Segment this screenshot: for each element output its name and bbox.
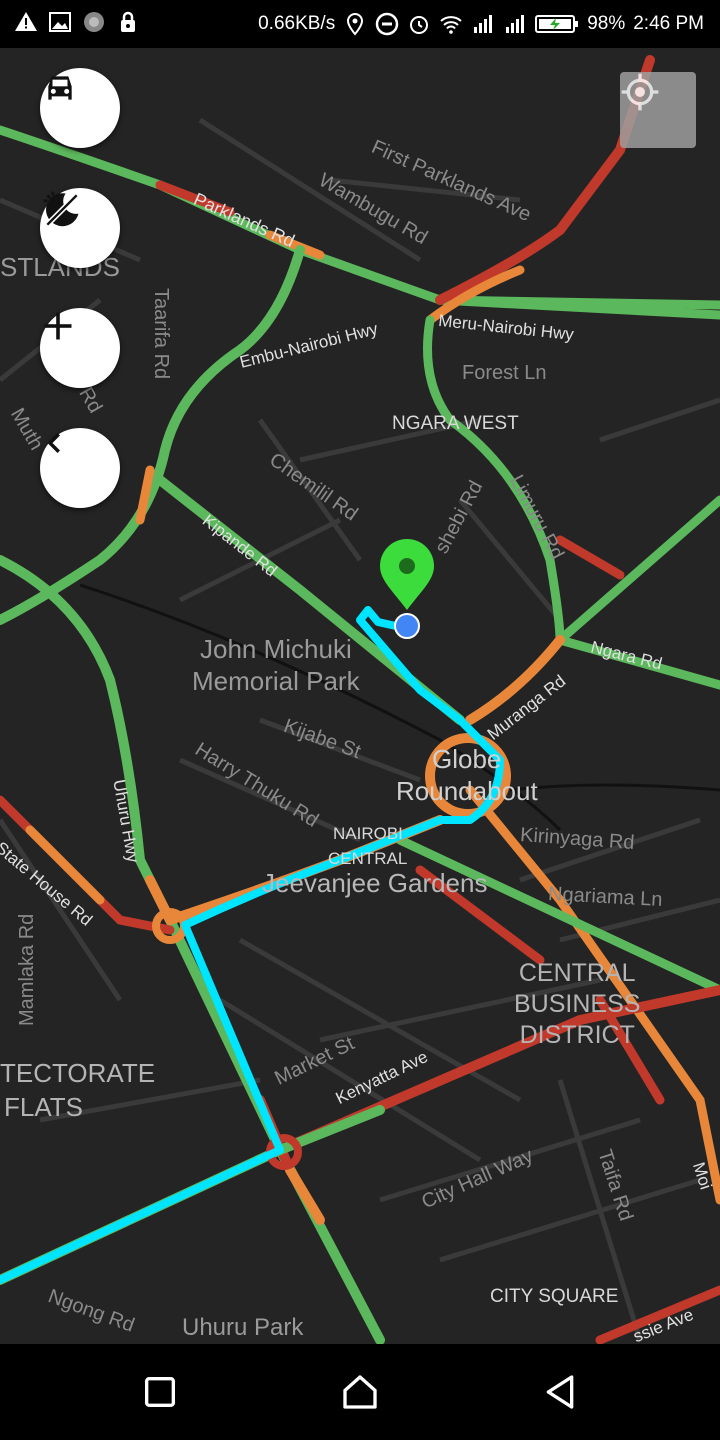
label-ngara-west: NGARA WEST <box>392 413 519 434</box>
recents-button[interactable] <box>140 1372 180 1412</box>
label-city-square: CITY SQUARE <box>490 1286 619 1307</box>
net-speed: 0.66KB/s <box>258 13 336 34</box>
label-nairobi: NAIROBI <box>333 824 403 843</box>
status-bar: 0.66KB/s 98% 2:46 PM <box>0 0 720 48</box>
clock: 2:46 PM <box>633 13 704 34</box>
car-icon <box>48 76 72 100</box>
alarm-icon <box>410 16 429 34</box>
label-roundabout: Roundabout <box>396 776 538 806</box>
image-icon <box>49 12 71 32</box>
warning-icon <box>15 12 37 31</box>
label-cbd-3: DISTRICT <box>519 1021 635 1049</box>
night-mode-icon <box>43 191 79 227</box>
battery-icon <box>535 15 579 33</box>
vehicle-mode-button[interactable] <box>40 68 120 148</box>
dnd-icon <box>375 12 399 36</box>
plus-icon <box>44 312 72 340</box>
label-globe: Globe <box>432 744 502 774</box>
label-central: CENTRAL <box>328 849 408 868</box>
back-nav-button[interactable] <box>540 1372 580 1412</box>
navigation-bar <box>0 1344 720 1440</box>
label-jeevanjee: Jeevanjee Gardens <box>262 868 488 898</box>
zoom-in-button[interactable] <box>40 308 120 388</box>
label-flats: FLATS <box>4 1092 83 1122</box>
label-uhuru-park: Uhuru Park <box>182 1314 304 1341</box>
label-tectorate: TECTORATE <box>0 1058 156 1088</box>
signal-icon <box>506 15 525 33</box>
label-mamlaka: Mamlaka Rd <box>16 913 38 1026</box>
location-icon <box>347 12 364 36</box>
origin-marker <box>394 613 420 639</box>
home-button[interactable] <box>340 1372 380 1412</box>
label-cbd-1: CENTRAL <box>518 959 636 987</box>
my-location-button[interactable] <box>620 72 696 148</box>
label-forest-ln: Forest Ln <box>462 362 547 384</box>
label-taarifa: Taarifa Rd <box>150 288 172 380</box>
label-cbd-2: BUSINESS <box>514 990 641 1018</box>
label-memorial-park: Memorial Park <box>192 666 360 696</box>
loading-icon <box>84 12 104 32</box>
signal-icon <box>474 15 493 33</box>
wifi-icon <box>440 16 462 34</box>
map-view[interactable]: Parklands Rd First Parklands Ave Wambugu… <box>0 48 720 1344</box>
label-cbd: CENTRAL BUSINESS DISTRICT <box>514 958 640 1051</box>
chevron-left-icon <box>47 433 60 453</box>
battery-percent: 98% <box>587 13 626 34</box>
lock-icon <box>121 11 135 32</box>
crosshair-icon <box>621 73 659 111</box>
night-mode-button[interactable] <box>40 188 120 268</box>
destination-marker-icon[interactable] <box>380 539 434 610</box>
label-john-michuki: John Michuki <box>200 634 352 664</box>
back-button[interactable] <box>40 428 120 508</box>
